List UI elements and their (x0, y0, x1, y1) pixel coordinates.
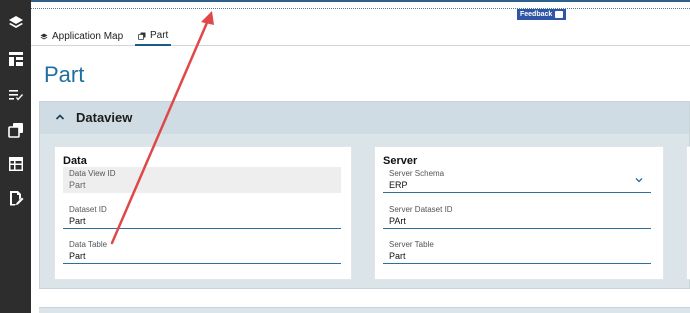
feedback-button[interactable]: Feedback (517, 9, 567, 20)
field-label: Server Dataset ID (389, 205, 453, 214)
dataset-id-field[interactable]: Dataset ID Part (63, 203, 341, 229)
server-card: Server Server Schema ERP Server Dataset … (374, 146, 664, 280)
next-section-bar (39, 307, 690, 313)
dataview-header[interactable]: Dataview (40, 102, 689, 134)
field-label: Data Table (69, 240, 108, 249)
layout-icon[interactable] (0, 47, 31, 71)
field-label: Server Schema (389, 169, 445, 178)
copy-icon[interactable] (0, 118, 31, 142)
field-value: Part (389, 251, 406, 261)
field-value: ERP (389, 180, 408, 190)
data-view-id-field: Data View ID Part (63, 167, 341, 193)
field-value: Part (69, 216, 86, 226)
dataview-panel: Dataview Data Data View ID Part Dataset … (39, 101, 690, 289)
copy-icon (138, 32, 146, 40)
field-label: Data View ID (69, 169, 116, 178)
field-value: Part (69, 180, 86, 190)
data-card: Data Data View ID Part Dataset ID Part D… (54, 146, 352, 280)
document-edit-icon[interactable] (0, 186, 31, 210)
partial-card (686, 146, 690, 280)
sidebar-rail (0, 0, 31, 313)
card-title: Server (383, 155, 418, 167)
chevron-down-icon[interactable] (635, 176, 643, 184)
tab-label: Application Map (52, 31, 124, 42)
page-title: Part (44, 62, 85, 87)
top-strip (31, 0, 690, 12)
server-table-field[interactable]: Server Table Part (383, 238, 651, 264)
server-dataset-id-field[interactable]: Server Dataset ID PArt (383, 203, 651, 229)
chat-icon (555, 11, 564, 18)
tab-bar: Application Map Part (31, 22, 690, 46)
table-icon[interactable] (0, 152, 31, 176)
chevron-up-icon[interactable] (55, 112, 65, 122)
field-label: Server Table (389, 240, 434, 249)
data-table-field[interactable]: Data Table Part (63, 238, 341, 264)
field-label: Dataset ID (69, 205, 107, 214)
layers-icon (40, 33, 48, 39)
card-title: Data (63, 155, 87, 167)
field-value: PArt (389, 216, 406, 226)
tab-part[interactable]: Part (135, 27, 172, 46)
layers-icon[interactable] (0, 11, 31, 35)
server-schema-select[interactable]: Server Schema ERP (383, 167, 651, 193)
field-value: Part (69, 251, 86, 261)
tab-application-map[interactable]: Application Map (40, 27, 123, 46)
section-title: Dataview (76, 110, 133, 125)
checklist-icon[interactable] (0, 83, 31, 107)
feedback-label: Feedback (520, 11, 553, 18)
tab-label: Part (150, 30, 169, 41)
